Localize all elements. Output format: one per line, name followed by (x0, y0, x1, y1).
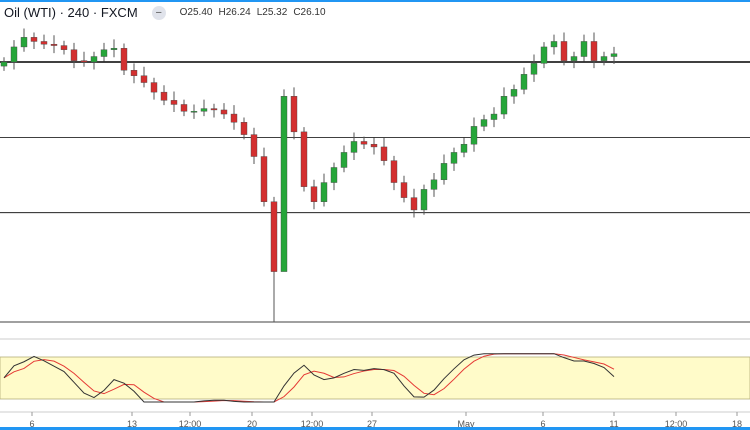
candle-up (470, 126, 478, 145)
candle-up (450, 152, 458, 164)
candle-down (240, 122, 248, 135)
candle-down (370, 143, 378, 148)
candle-down (230, 113, 238, 123)
candle-up (320, 182, 328, 202)
candle-down (120, 48, 128, 71)
candle-down (270, 201, 278, 272)
candle-up (500, 96, 508, 115)
candle-up (580, 41, 588, 57)
candle-up (200, 108, 208, 112)
candle-down (310, 186, 318, 202)
candle-up (570, 56, 578, 61)
candle-up (610, 53, 618, 57)
candle-up (10, 46, 18, 63)
candle-down (180, 104, 188, 112)
candle-up (190, 111, 198, 113)
candle-down (70, 49, 78, 61)
candle-up (520, 74, 528, 90)
candle-down (80, 60, 88, 63)
candle-up (20, 37, 28, 48)
candle-down (50, 43, 58, 46)
candle-down (360, 141, 368, 145)
candle-up (480, 119, 488, 127)
candle-up (550, 41, 558, 48)
candle-up (460, 143, 468, 153)
price-chart[interactable]: 6 13 12:00 20 12:00 27 May 6 11 12:00 18 (0, 2, 750, 430)
candle-up (490, 113, 498, 120)
candle-up (350, 141, 358, 153)
candle-up (440, 163, 448, 181)
chart-window[interactable]: Oil (WTI) · 240 · FXCM − O25.40 H26.24 L… (0, 0, 750, 430)
symbol-title[interactable]: Oil (WTI) · 240 · FXCM (4, 5, 138, 20)
candle-up (0, 61, 8, 67)
candle-down (260, 156, 268, 202)
candle-down (380, 146, 388, 161)
candle-down (30, 37, 38, 42)
low-value: L25.32 (256, 7, 288, 18)
candle-up (90, 56, 98, 63)
candle-up (100, 49, 108, 57)
candle-down (300, 131, 308, 187)
candle-down (400, 182, 408, 198)
candle-up (530, 63, 538, 75)
candle-down (130, 70, 138, 76)
candle-down (250, 134, 258, 157)
candle-down (150, 82, 158, 93)
candle-down (560, 41, 568, 61)
open-value: O25.40 (179, 7, 213, 18)
candle-down (170, 100, 178, 105)
collapse-icon[interactable]: − (151, 5, 166, 20)
candle-up (110, 48, 118, 50)
candle-down (590, 41, 598, 61)
candle-up (420, 189, 428, 211)
stochastic-band (0, 356, 750, 400)
high-value: H26.24 (218, 7, 251, 18)
candle-up (340, 152, 348, 168)
candle-up (600, 56, 608, 61)
candle-down (60, 45, 68, 50)
candle-down (140, 75, 148, 83)
legend-header: Oil (WTI) · 240 · FXCM − O25.40 H26.24 L… (4, 5, 326, 20)
candle-down (160, 91, 168, 101)
candle-up (430, 179, 438, 190)
candle-down (390, 160, 398, 183)
candle-up (280, 96, 288, 272)
candle-down (40, 41, 48, 45)
candle-up (330, 167, 338, 183)
candle-down (290, 96, 298, 133)
candle-down (410, 197, 418, 211)
candle-down (210, 108, 218, 111)
candle-up (540, 46, 548, 64)
close-value: C26.10 (293, 7, 326, 18)
candle-up (510, 89, 518, 97)
candle-down (220, 109, 228, 115)
